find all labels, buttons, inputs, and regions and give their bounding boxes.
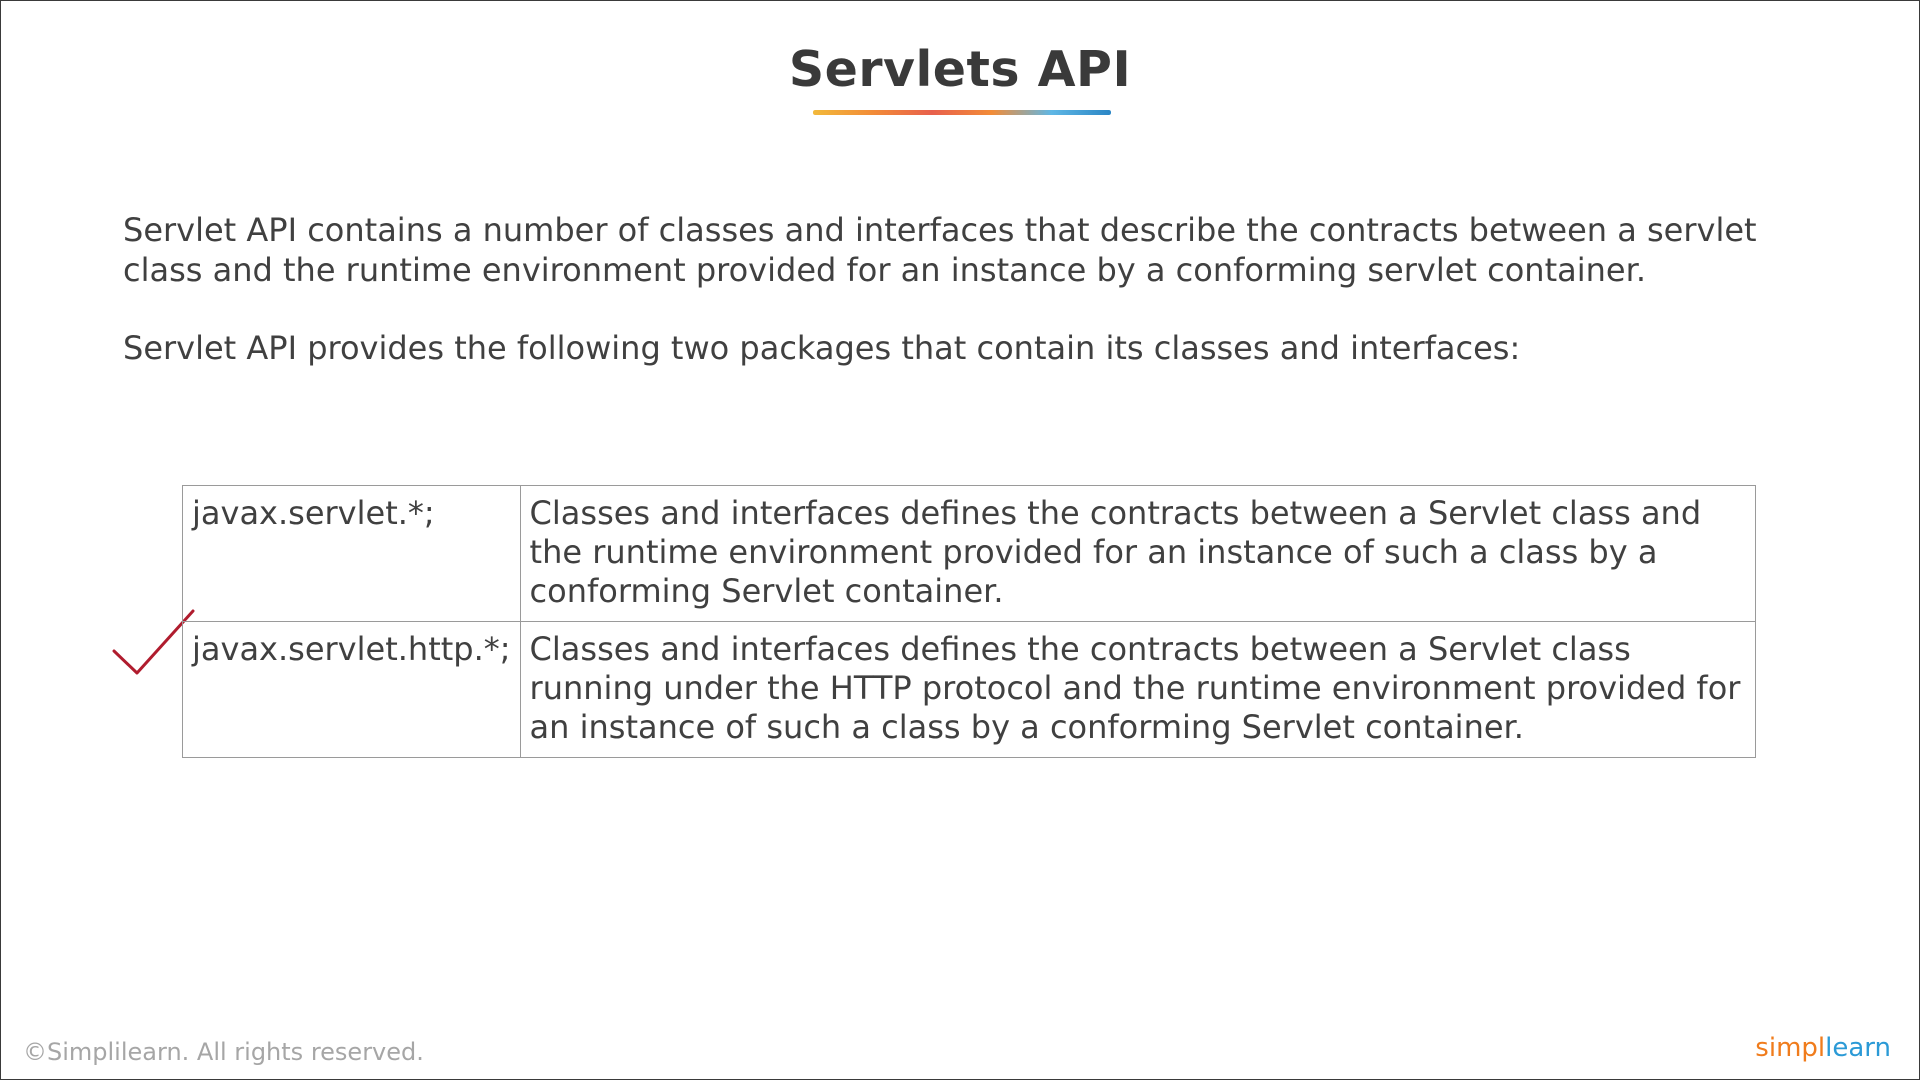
packages-paragraph: Servlet API provides the following two p… — [123, 329, 1521, 367]
slide: Servlets API Servlet API contains a numb… — [0, 0, 1920, 1080]
package-name-cell: javax.servlet.http.*; — [182, 621, 521, 758]
simplilearn-logo: simpllearn — [1755, 1033, 1891, 1063]
package-description-cell: Classes and interfaces defines the contr… — [519, 485, 1757, 622]
logo-part-simpl: simpl — [1755, 1033, 1826, 1063]
intro-paragraph: Servlet API contains a number of classes… — [123, 211, 1757, 289]
package-name-cell: javax.servlet.*; — [182, 485, 521, 622]
table-row: javax.servlet.http.*; Classes and interf… — [182, 621, 1757, 758]
copyright-notice: ©Simplilearn. All rights reserved. — [23, 1038, 424, 1066]
logo-part-learn: learn — [1825, 1033, 1891, 1063]
table-row: javax.servlet.*; Classes and interfaces … — [182, 485, 1757, 622]
package-description-cell: Classes and interfaces defines the contr… — [519, 621, 1757, 758]
title-underline — [813, 110, 1111, 115]
slide-title: Servlets API — [788, 41, 1132, 98]
packages-table: javax.servlet.*; Classes and interfaces … — [182, 485, 1757, 758]
